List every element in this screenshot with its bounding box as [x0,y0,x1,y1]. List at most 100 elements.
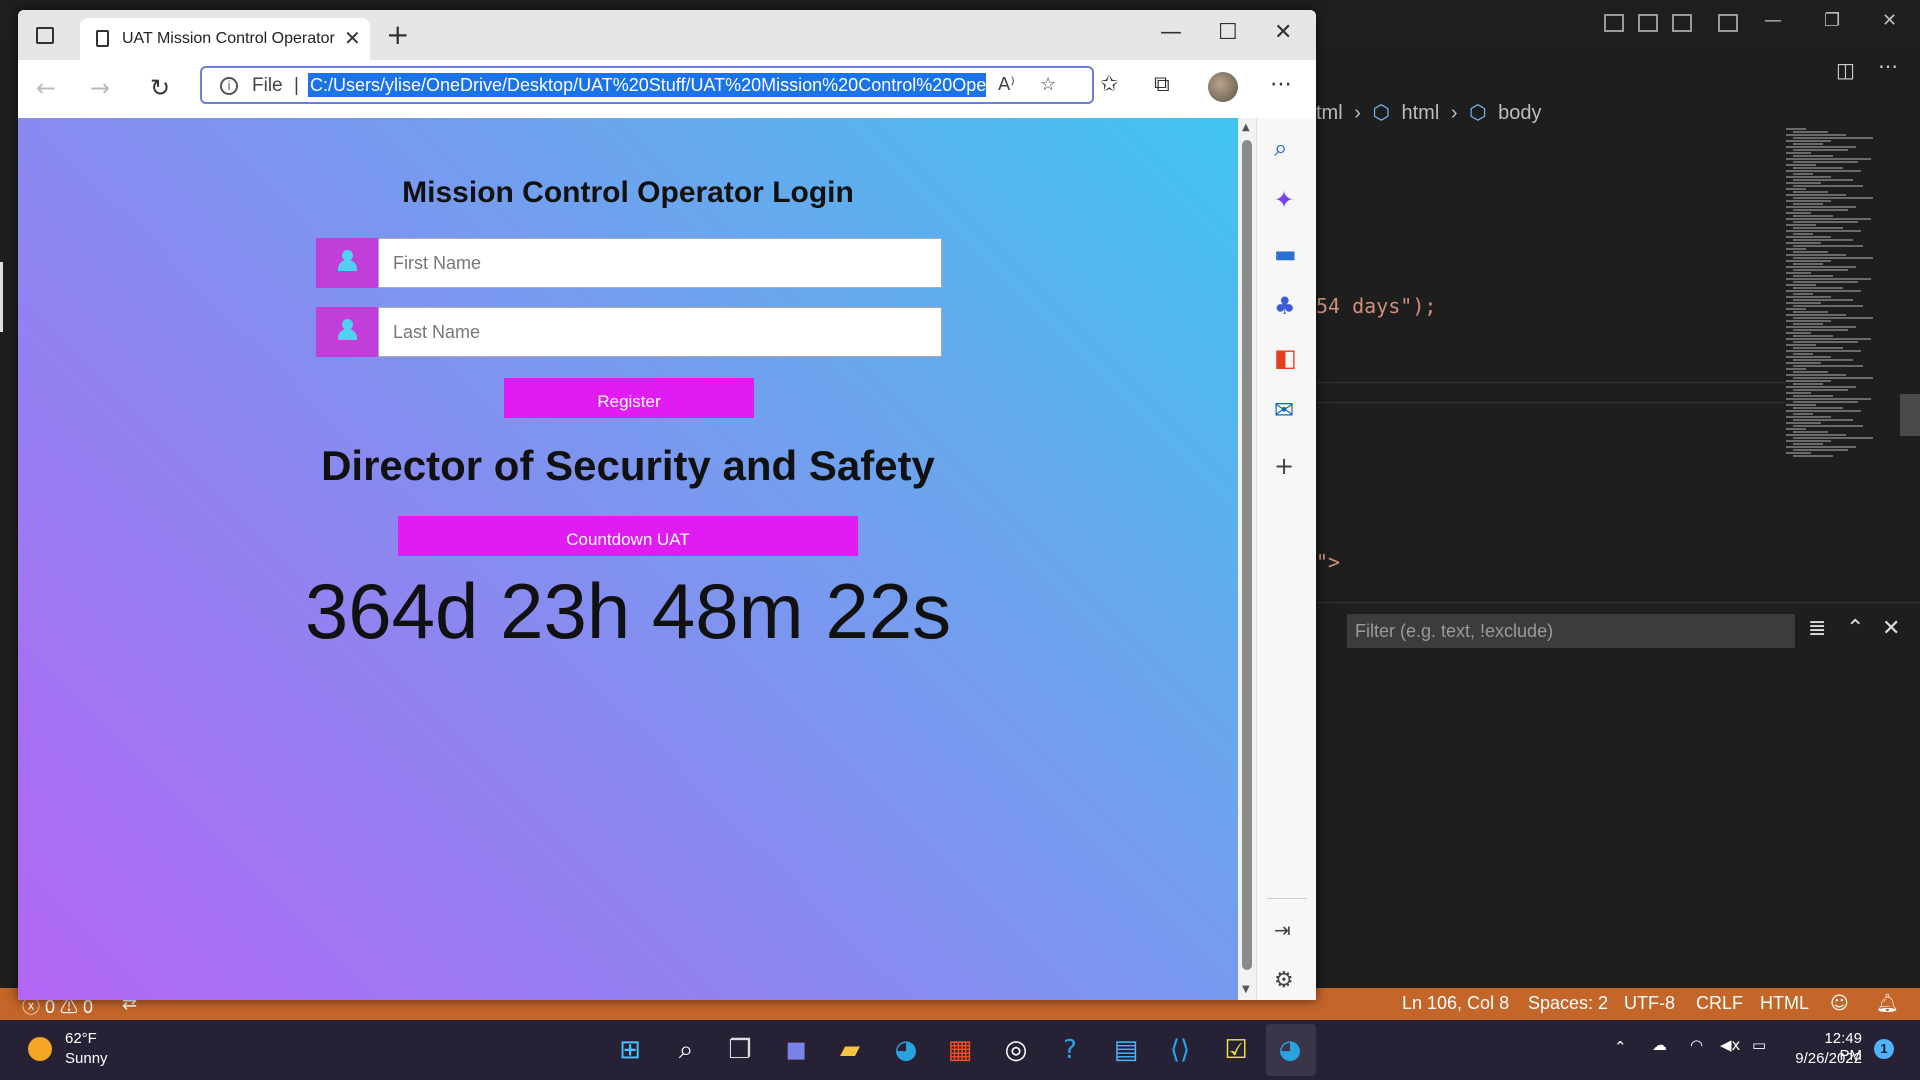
countdown-button[interactable]: Countdown UAT [398,516,858,556]
outlook-icon[interactable]: ✉ [1274,396,1294,424]
add-favorite-icon[interactable]: ☆ [1040,74,1056,95]
favorites-icon[interactable]: ✩ [1100,72,1118,97]
reload-icon[interactable]: ↻ [150,74,170,102]
web-page: Mission Control Operator Login Register … [18,118,1238,1000]
search-icon[interactable]: ⌕ [1274,134,1287,162]
language-mode[interactable]: HTML [1760,993,1809,1014]
minimap-line [1786,314,1846,316]
editor-scrollbar[interactable] [1900,394,1920,436]
breadcrumb-item[interactable]: tml [1316,102,1343,124]
last-name-input[interactable] [378,307,942,357]
toggle-primary-sidebar-icon[interactable] [1604,14,1624,32]
minimap-line [1786,164,1816,166]
wifi-icon[interactable]: ◠ [1690,1036,1703,1054]
bell-icon[interactable]: 🔔︎ [1876,993,1899,1014]
volume-muted-icon[interactable]: ◀x [1720,1036,1740,1054]
filter-input[interactable] [1347,614,1795,648]
close-panel-icon[interactable]: ✕ [1882,616,1900,641]
office-icon[interactable]: ◧ [1274,344,1297,372]
app-icon[interactable]: ◎ [996,1030,1036,1070]
minimize-icon[interactable]: — [1160,20,1182,45]
scroll-down-icon[interactable]: ▼ [1242,984,1250,995]
indentation-status[interactable]: Spaces: 2 [1528,993,1608,1014]
encoding-status[interactable]: UTF-8 [1624,993,1675,1014]
browser-tab[interactable]: UAT Mission Control Operator Login ✕ [80,18,370,60]
minimap-line [1793,329,1848,331]
code-line[interactable]: "> [1316,550,1340,574]
gear-icon[interactable]: ⚙ [1274,968,1294,993]
close-window-icon[interactable]: ✕ [1274,20,1292,45]
register-button[interactable]: Register [504,378,754,418]
eol-status[interactable]: CRLF [1696,993,1743,1014]
divider [1267,898,1307,899]
tools-icon[interactable]: ▬ [1274,240,1297,268]
chat-icon[interactable]: ◼ [776,1030,816,1070]
battery-icon[interactable]: ▭ [1752,1036,1766,1054]
vscode-close-icon[interactable]: ✕ [1882,10,1897,31]
new-tab-icon[interactable]: + [386,18,409,51]
tab-title: UAT Mission Control Operator Login [122,30,337,47]
notification-badge[interactable]: 1 [1874,1039,1894,1059]
page-scrollbar[interactable]: ▲ ▼ [1238,118,1256,1000]
toggle-secondary-sidebar-icon[interactable] [1672,14,1692,32]
last-name-row [316,307,942,357]
maximize-icon[interactable]: ☐ [1218,20,1238,45]
vscode-minimize-icon[interactable]: — [1764,10,1782,31]
profile-avatar[interactable] [1208,72,1238,102]
chevron-up-icon[interactable]: ⌃ [1614,1038,1627,1056]
add-icon[interactable]: + [1274,452,1294,480]
collections-icon[interactable]: ⧉ [1154,72,1170,97]
cursor-position[interactable]: Ln 106, Col 8 [1402,993,1509,1014]
onedrive-icon[interactable]: ☁ [1652,1036,1667,1054]
customize-layout-icon[interactable] [1718,14,1738,32]
feedback-icon[interactable]: ☺ [1830,993,1849,1014]
settings-more-icon[interactable]: ⋯ [1270,72,1292,97]
back-icon[interactable]: ← [36,74,56,102]
help-icon[interactable]: ? [1050,1030,1090,1070]
toggle-panel-icon[interactable] [1638,14,1658,32]
scroll-up-icon[interactable]: ▲ [1242,122,1250,133]
minimap-line [1793,263,1823,265]
breadcrumb-item[interactable]: body [1498,102,1541,124]
clear-output-icon[interactable]: ≣ [1808,616,1826,641]
tab-actions-icon[interactable] [36,27,54,44]
edge-icon[interactable]: ◕ [1270,1030,1310,1070]
search-icon[interactable]: ⌕ [666,1030,706,1070]
address-bar[interactable]: i File | C:/Users/ylise/OneDrive/Desktop… [200,66,1094,104]
minimap-line [1793,191,1828,193]
hide-sidebar-icon[interactable]: ⇥ [1274,918,1291,942]
notepad-icon[interactable]: ▤ [1106,1030,1146,1070]
minimap-line [1786,404,1816,406]
weather-condition[interactable]: Sunny [65,1050,108,1067]
split-editor-icon[interactable]: ◫ [1836,58,1855,82]
minimap-line [1786,422,1821,424]
edge-icon[interactable]: ◕ [886,1030,926,1070]
weather-temperature[interactable]: 62°F [65,1030,97,1047]
games-icon[interactable]: ♣ [1274,292,1296,320]
sticky-app-icon[interactable]: ☑ [1216,1030,1256,1070]
code-line[interactable]: 54 days"); [1316,294,1436,318]
minimap[interactable] [1786,128,1896,458]
discover-icon[interactable]: ✦ [1274,186,1294,214]
store-icon[interactable]: ▦ [940,1030,980,1070]
minimap-line [1793,221,1858,223]
sun-icon[interactable] [28,1037,52,1061]
vscode-restore-icon[interactable]: ❐ [1824,10,1840,31]
scrollbar-thumb[interactable] [1242,140,1252,970]
maximize-panel-icon[interactable]: ⌃ [1846,616,1864,641]
vscode-icon[interactable]: ⟨⟩ [1160,1030,1200,1070]
file-explorer-icon[interactable]: ▰ [830,1030,870,1070]
breadcrumb-item[interactable]: html [1402,102,1440,124]
task-view-icon[interactable]: ❐ [720,1030,760,1070]
clock-date[interactable]: 9/26/2022 [1790,1050,1862,1067]
close-tab-icon[interactable]: ✕ [344,26,361,50]
more-actions-icon[interactable]: ⋯ [1878,54,1898,78]
first-name-input[interactable] [378,238,942,288]
start-icon[interactable]: ⊞ [610,1030,650,1070]
info-icon[interactable]: i [220,77,238,95]
url-text[interactable]: C:/Users/ylise/OneDrive/Desktop/UAT%20St… [308,73,986,97]
read-aloud-icon[interactable]: A⁾ [998,74,1015,95]
minimap-line [1793,377,1873,379]
minimap-line [1793,299,1853,301]
forward-icon[interactable]: → [90,74,110,102]
